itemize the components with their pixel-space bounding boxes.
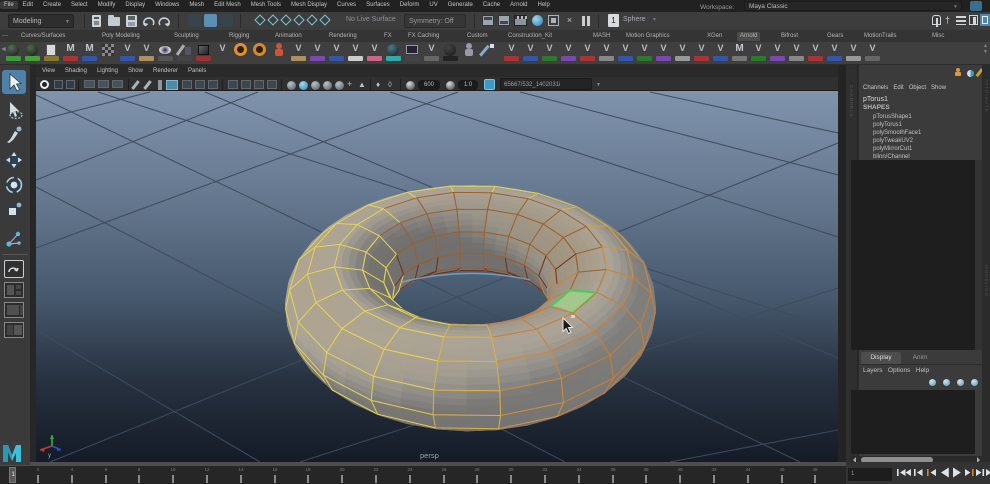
svg-text:y: y xyxy=(48,453,51,459)
svg-text:persp: persp xyxy=(420,451,439,460)
